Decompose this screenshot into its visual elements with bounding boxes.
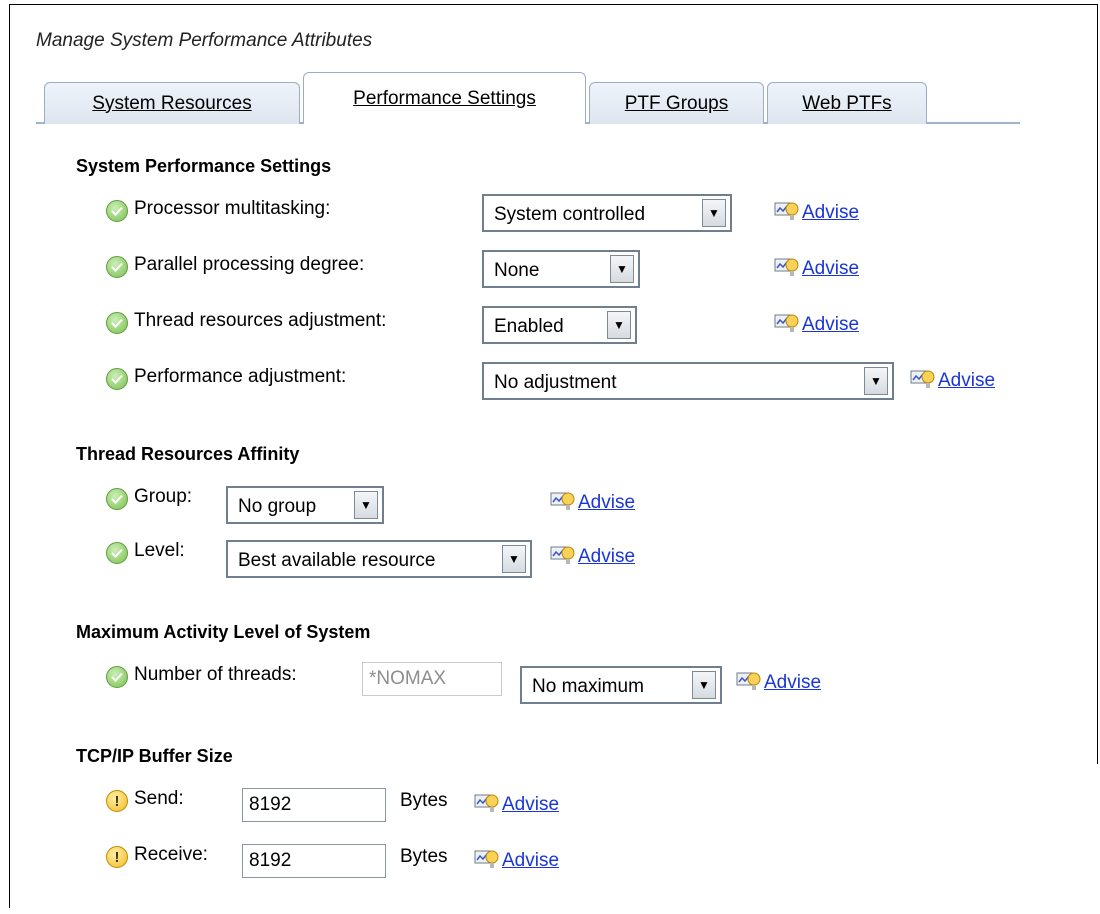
- check-circle-icon: [106, 256, 128, 278]
- advise-send-link[interactable]: Advise: [474, 792, 559, 816]
- number-of-threads-select[interactable]: No maximum ▼: [520, 666, 722, 704]
- advise-link-text[interactable]: Advise: [802, 258, 859, 280]
- processor-multitasking-label: Processor multitasking:: [134, 198, 331, 219]
- receive-units-label: Bytes: [400, 846, 448, 867]
- section-title-performance: System Performance Settings: [76, 156, 332, 176]
- chevron-down-icon[interactable]: ▼: [354, 491, 378, 519]
- chart-bulb-icon: [910, 368, 936, 392]
- advise-affinity-level-link[interactable]: Advise: [550, 544, 635, 568]
- chart-bulb-icon: [774, 200, 800, 224]
- advise-processor-link[interactable]: Advise: [774, 200, 859, 224]
- section-title-affinity: Thread Resources Affinity: [76, 444, 300, 464]
- chart-bulb-icon: [774, 312, 800, 336]
- advise-affinity-group-link[interactable]: Advise: [550, 490, 635, 514]
- advise-link-text[interactable]: Advise: [502, 794, 559, 816]
- advise-link-text[interactable]: Advise: [578, 546, 635, 568]
- advise-performance-adjustment-link[interactable]: Advise: [910, 368, 995, 392]
- parallel-processing-value: None: [494, 260, 540, 281]
- chart-bulb-icon: [550, 544, 576, 568]
- thread-resources-adjustment-select[interactable]: Enabled ▼: [482, 306, 637, 344]
- content-frame-edge: [1097, 4, 1098, 764]
- advise-receive-link[interactable]: Advise: [474, 848, 559, 872]
- section-title-activity: Maximum Activity Level of System: [76, 622, 371, 642]
- advise-link-text[interactable]: Advise: [938, 370, 995, 392]
- advise-link-text[interactable]: Advise: [802, 202, 859, 224]
- chart-bulb-icon: [474, 792, 500, 816]
- check-circle-icon: [106, 488, 128, 510]
- check-circle-icon: [106, 368, 128, 390]
- thread-resources-adjustment-value: Enabled: [494, 316, 564, 337]
- chevron-down-icon[interactable]: ▼: [702, 199, 726, 227]
- tab-web-ptfs[interactable]: Web PTFs: [767, 82, 927, 124]
- page-title: Manage System Performance Attributes: [36, 30, 373, 51]
- parallel-processing-select[interactable]: None ▼: [482, 250, 640, 288]
- chart-bulb-icon: [736, 670, 762, 694]
- affinity-group-select[interactable]: No group ▼: [226, 486, 384, 524]
- receive-label: Receive:: [134, 844, 208, 865]
- advise-parallel-link[interactable]: Advise: [774, 256, 859, 280]
- thread-resources-adjustment-label: Thread resources adjustment:: [134, 310, 387, 331]
- advise-link-text[interactable]: Advise: [578, 492, 635, 514]
- advise-link-text[interactable]: Advise: [802, 314, 859, 336]
- performance-adjustment-label: Performance adjustment:: [134, 366, 347, 387]
- tab-ptf-groups[interactable]: PTF Groups: [589, 82, 764, 124]
- send-label: Send:: [134, 788, 184, 809]
- chart-bulb-icon: [774, 256, 800, 280]
- exclamation-circle-icon: !: [106, 790, 128, 812]
- number-of-threads-input[interactable]: [362, 662, 502, 696]
- chart-bulb-icon: [474, 848, 500, 872]
- tab-system-resources[interactable]: System Resources: [44, 82, 300, 124]
- affinity-group-value: No group: [238, 496, 317, 517]
- performance-adjustment-select[interactable]: No adjustment ▼: [482, 362, 894, 400]
- processor-multitasking-select[interactable]: System controlled ▼: [482, 194, 732, 232]
- send-buffer-input[interactable]: [242, 788, 386, 822]
- advise-thread-link[interactable]: Advise: [774, 312, 859, 336]
- chevron-down-icon[interactable]: ▼: [607, 311, 631, 339]
- exclamation-circle-icon: !: [106, 846, 128, 868]
- affinity-group-label: Group:: [134, 486, 193, 507]
- receive-buffer-input[interactable]: [242, 844, 386, 878]
- chevron-down-icon[interactable]: ▼: [692, 671, 716, 699]
- advise-link-text[interactable]: Advise: [764, 672, 821, 694]
- processor-multitasking-value: System controlled: [494, 204, 646, 225]
- send-units-label: Bytes: [400, 790, 448, 811]
- number-of-threads-label: Number of threads:: [134, 664, 297, 685]
- chevron-down-icon[interactable]: ▼: [502, 545, 526, 573]
- chevron-down-icon[interactable]: ▼: [864, 367, 888, 395]
- tab-performance-settings[interactable]: Performance Settings: [303, 72, 586, 124]
- advise-threads-link[interactable]: Advise: [736, 670, 821, 694]
- advise-link-text[interactable]: Advise: [502, 850, 559, 872]
- affinity-level-value: Best available resource: [238, 550, 436, 571]
- affinity-level-label: Level:: [134, 540, 185, 561]
- performance-adjustment-value: No adjustment: [494, 372, 617, 393]
- section-title-tcpip: TCP/IP Buffer Size: [76, 746, 233, 766]
- chart-bulb-icon: [550, 490, 576, 514]
- chevron-down-icon[interactable]: ▼: [610, 255, 634, 283]
- check-circle-icon: [106, 666, 128, 688]
- check-circle-icon: [106, 200, 128, 222]
- number-of-threads-value: No maximum: [532, 676, 644, 697]
- parallel-processing-label: Parallel processing degree:: [134, 254, 365, 275]
- check-circle-icon: [106, 312, 128, 334]
- check-circle-icon: [106, 542, 128, 564]
- affinity-level-select[interactable]: Best available resource ▼: [226, 540, 532, 578]
